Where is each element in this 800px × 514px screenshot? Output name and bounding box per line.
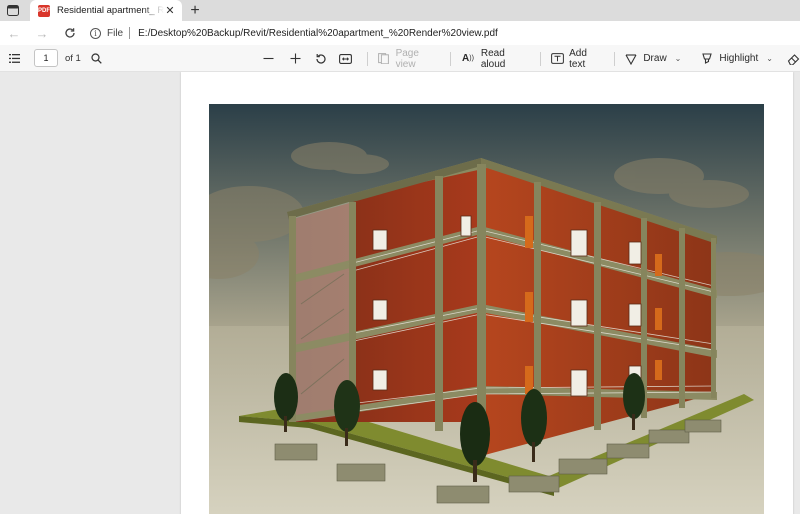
active-tab[interactable]: PDF Residential apartment_ Render view.p… (30, 0, 182, 21)
pdf-tools: Page view A)) Read aloud Add text Draw ⌄… (258, 45, 800, 72)
arrow-left-icon: ← (7, 25, 21, 41)
tab-strip: PDF Residential apartment_ Render view.p… (0, 0, 800, 21)
draw-button[interactable]: Draw ⌄ (624, 45, 681, 72)
add-text-label: Add text (569, 47, 587, 70)
chevron-down-icon[interactable]: ⌄ (766, 54, 773, 63)
fit-page-button[interactable] (334, 45, 358, 72)
read-aloud-button[interactable]: A)) Read aloud (460, 45, 531, 72)
tab-actions-icon (7, 5, 19, 16)
url-text: E:/Desktop%20Backup/Revit/Residential%20… (138, 27, 498, 39)
refresh-icon (65, 28, 75, 38)
forward-button[interactable]: → (28, 21, 56, 45)
scheme-label: File (107, 27, 124, 39)
draw-label: Draw (643, 53, 667, 64)
close-tab-icon[interactable]: ✕ (164, 4, 176, 17)
toolbar-divider (366, 51, 368, 66)
tab-title: Residential apartment_ Render view.pdf (57, 5, 164, 16)
pdf-icon: PDF (38, 4, 50, 17)
chevron-down-icon[interactable]: ⌄ (675, 54, 682, 63)
tab-actions-button[interactable] (0, 0, 26, 21)
address-bar: ← → i File E:/Desktop%20Backup/Revit/Res… (0, 21, 800, 45)
highlight-button[interactable]: Highlight ⌄ (700, 45, 773, 72)
plus-icon (290, 53, 301, 64)
back-button[interactable]: ← (0, 21, 28, 45)
page-number-input[interactable]: 1 (34, 49, 58, 67)
read-aloud-icon: A)) (462, 53, 474, 64)
toolbar-divider (540, 51, 542, 66)
list-icon (8, 53, 20, 63)
table-of-contents-button[interactable] (0, 53, 28, 63)
info-icon[interactable]: i (90, 27, 101, 39)
rotate-button[interactable] (308, 45, 334, 72)
zoom-in-button[interactable] (283, 45, 309, 72)
read-aloud-label: Read aloud (480, 47, 506, 70)
fit-page-icon (339, 53, 353, 64)
refresh-button[interactable] (56, 21, 84, 45)
new-tab-button[interactable]: + (182, 0, 208, 21)
pdf-viewer[interactable] (0, 72, 800, 514)
pdf-page (181, 72, 793, 514)
find-button[interactable] (90, 51, 104, 65)
zoom-out-button[interactable] (258, 45, 280, 72)
minus-icon (263, 57, 274, 60)
toolbar-divider (614, 51, 616, 66)
draw-icon (624, 52, 638, 66)
page-count: of 1 (65, 52, 81, 64)
page-view-label: Page view (395, 47, 419, 70)
add-text-icon (550, 52, 564, 66)
eraser-icon (787, 53, 800, 65)
toolbar-divider (450, 51, 452, 66)
rendered-building-image (209, 104, 764, 514)
rotate-icon (316, 53, 326, 64)
page-view-button[interactable]: Page view (377, 45, 441, 72)
page-view-icon (377, 52, 391, 66)
url-field[interactable]: i File E:/Desktop%20Backup/Revit/Residen… (90, 23, 498, 43)
omnibox-divider (129, 27, 131, 39)
pdf-toolbar: 1 of 1 Page view A)) Read aloud Add text… (0, 45, 800, 72)
toolbar-divider (690, 52, 691, 66)
search-icon (91, 52, 103, 64)
arrow-right-icon: → (35, 25, 49, 41)
plus-icon: + (190, 1, 200, 19)
highlight-label: Highlight (719, 53, 759, 64)
highlight-icon (700, 52, 714, 66)
add-text-button[interactable]: Add text (550, 45, 605, 72)
erase-button[interactable] (787, 45, 800, 72)
